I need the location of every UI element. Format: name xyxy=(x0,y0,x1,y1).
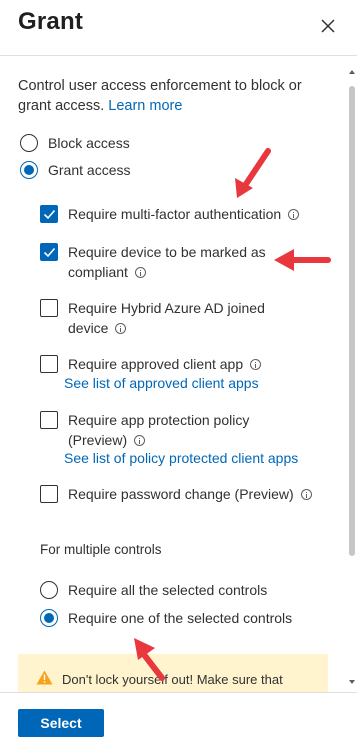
radio-grant-access[interactable]: Grant access xyxy=(20,161,130,179)
approved-apps-link[interactable]: See list of approved client apps xyxy=(64,375,259,391)
grant-access-radio[interactable] xyxy=(20,161,38,179)
hybrid-ad-label: Require Hybrid Azure AD joined device xyxy=(68,298,273,338)
warning-text: Don't lock yourself out! Make sure that xyxy=(62,672,283,687)
password-change-checkbox[interactable] xyxy=(40,485,58,503)
scroll-up-icon[interactable] xyxy=(349,70,355,74)
app-protection-checkbox[interactable] xyxy=(40,411,58,429)
info-icon[interactable] xyxy=(134,266,146,278)
block-access-radio[interactable] xyxy=(20,134,38,152)
approved-app-label: Require approved client app xyxy=(68,354,318,374)
info-icon[interactable] xyxy=(300,488,312,500)
info-icon[interactable] xyxy=(250,358,262,370)
annotation-arrow-icon xyxy=(235,148,271,198)
panel-footer: Select xyxy=(0,692,357,751)
panel-title: Grant xyxy=(18,8,84,35)
hybrid-ad-checkbox[interactable] xyxy=(40,299,58,317)
scroll-thumb[interactable] xyxy=(349,86,355,556)
policy-protected-apps-link[interactable]: See list of policy protected client apps xyxy=(64,450,298,466)
mfa-checkbox[interactable] xyxy=(40,205,58,223)
require-one-label: Require one of the selected controls xyxy=(68,610,293,626)
radio-require-all[interactable]: Require all the selected controls xyxy=(40,581,267,599)
control-mfa[interactable]: Require multi-factor authentication xyxy=(40,204,338,224)
annotation-arrow-icon xyxy=(274,249,331,271)
compliant-label: Require device to be marked as compliant xyxy=(68,242,273,282)
radio-require-one[interactable]: Require one of the selected controls xyxy=(40,609,292,627)
close-icon[interactable] xyxy=(318,16,338,36)
warning-banner: Don't lock yourself out! Make sure that xyxy=(18,654,328,692)
panel-description: Control user access enforcement to block… xyxy=(18,76,328,116)
select-button[interactable]: Select xyxy=(18,709,104,737)
password-change-label-text: Require password change (Preview) xyxy=(68,486,294,502)
control-app-protection[interactable]: Require app protection policy (Preview) xyxy=(40,410,268,450)
learn-more-link[interactable]: Learn more xyxy=(108,98,182,114)
app-protection-label-text: Require app protection policy (Preview) xyxy=(68,412,250,448)
approved-app-checkbox[interactable] xyxy=(40,355,58,373)
scrollbar[interactable] xyxy=(346,56,357,692)
control-compliant[interactable]: Require device to be marked as compliant xyxy=(40,242,273,282)
radio-block-access[interactable]: Block access xyxy=(20,134,130,152)
app-protection-label: Require app protection policy (Preview) xyxy=(68,410,268,450)
grant-access-label: Grant access xyxy=(48,162,131,178)
panel-body: Control user access enforcement to block… xyxy=(0,56,345,692)
mfa-label: Require multi-factor authentication xyxy=(68,204,338,224)
grant-panel: Grant Control user access enforcement to… xyxy=(0,0,357,751)
info-icon[interactable] xyxy=(134,434,146,446)
block-access-label: Block access xyxy=(48,135,130,151)
approved-app-label-text: Require approved client app xyxy=(68,356,244,372)
password-change-label: Require password change (Preview) xyxy=(68,484,338,504)
warning-icon xyxy=(36,670,53,685)
compliant-label-text: Require device to be marked as compliant xyxy=(68,244,266,280)
control-password-change[interactable]: Require password change (Preview) xyxy=(40,484,338,504)
require-one-radio[interactable] xyxy=(40,609,58,627)
annotation-arrow-icon xyxy=(134,638,165,681)
multiple-controls-label: For multiple controls xyxy=(40,542,162,557)
info-icon[interactable] xyxy=(288,208,300,220)
require-all-radio[interactable] xyxy=(40,581,58,599)
control-approved-app[interactable]: Require approved client app xyxy=(40,354,318,374)
info-icon[interactable] xyxy=(115,322,127,334)
hybrid-ad-label-text: Require Hybrid Azure AD joined device xyxy=(68,300,265,336)
mfa-label-text: Require multi-factor authentication xyxy=(68,206,282,222)
control-hybrid-ad[interactable]: Require Hybrid Azure AD joined device xyxy=(40,298,273,338)
compliant-checkbox[interactable] xyxy=(40,243,58,261)
scroll-down-icon[interactable] xyxy=(349,680,355,684)
require-all-label: Require all the selected controls xyxy=(68,582,268,598)
